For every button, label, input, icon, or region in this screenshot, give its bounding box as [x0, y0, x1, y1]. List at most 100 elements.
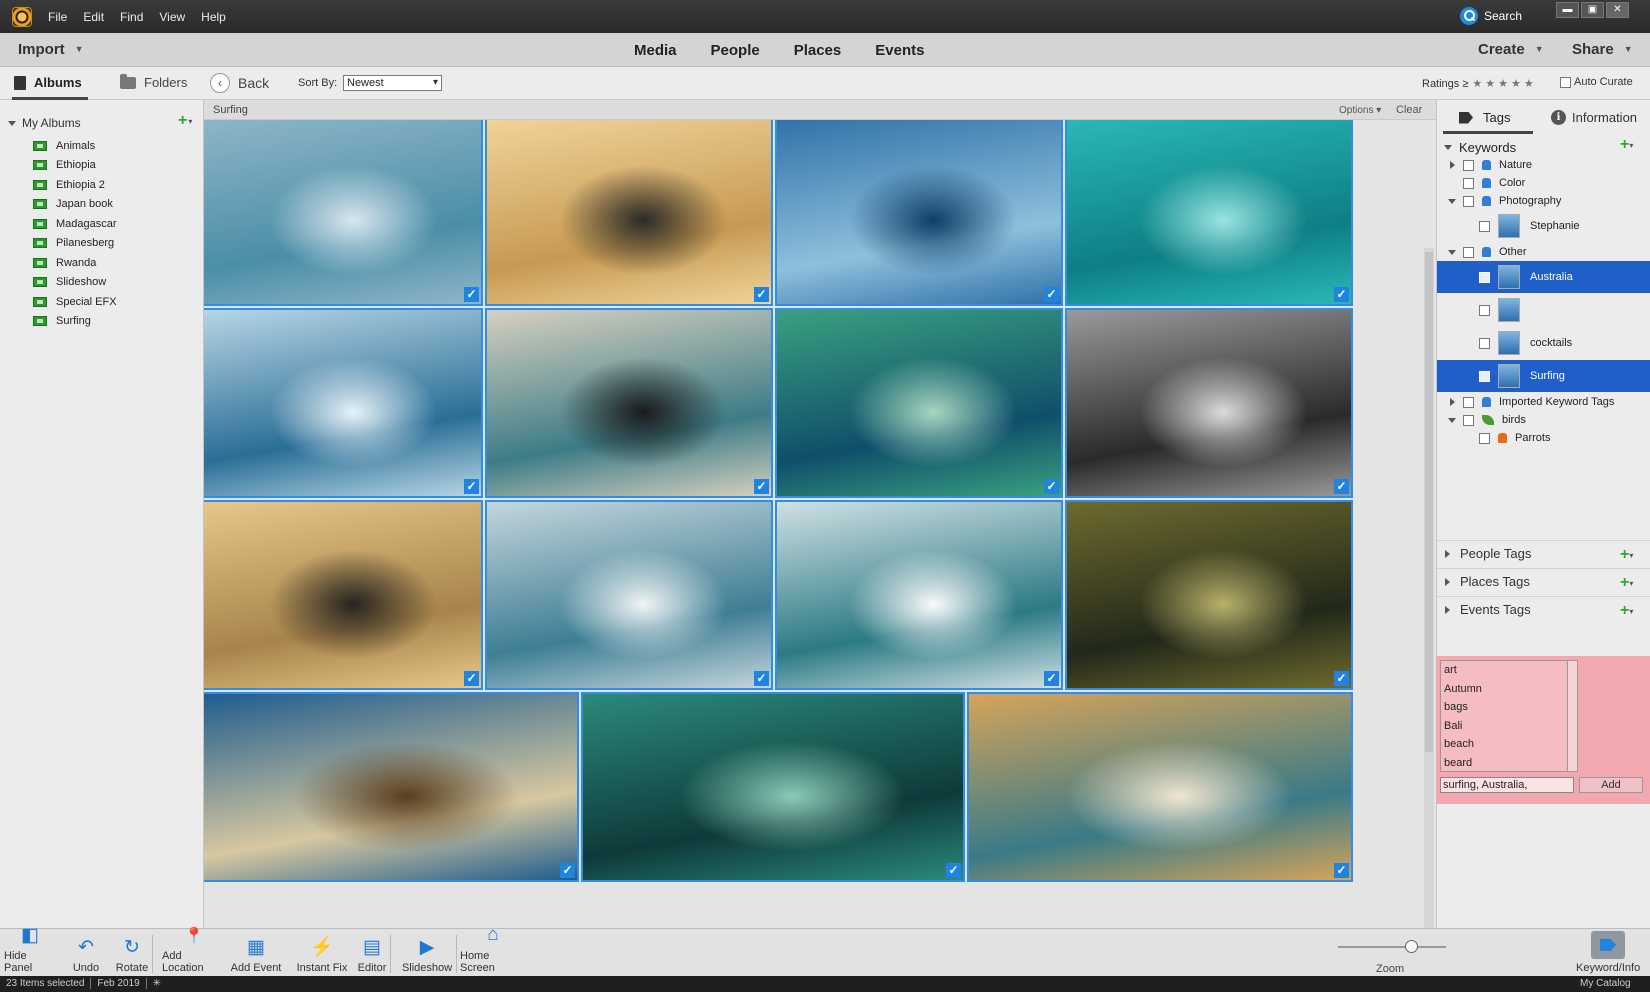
photo-thumbnail-wave-curl-green[interactable]: ✓ [581, 692, 965, 882]
album-item[interactable]: Special EFX [33, 292, 117, 312]
menu-help[interactable]: Help [201, 10, 226, 24]
auto-curate-toggle[interactable]: Auto Curate [1560, 76, 1633, 88]
add-album-button[interactable]: + ▾ [178, 112, 192, 130]
auto-curate-checkbox[interactable] [1560, 76, 1571, 88]
search-button[interactable]: Search [1460, 6, 1522, 26]
keyword-suggestion[interactable]: bags [1441, 698, 1567, 717]
editor-button[interactable]: ▤ Editor [352, 929, 392, 977]
keyword-tag-row[interactable]: birds [1437, 411, 1650, 429]
keyword-suggestion[interactable]: beach [1441, 735, 1567, 754]
photo-thumbnail-surfer-sunset-carve[interactable]: ✓ [204, 500, 483, 690]
tab-folders[interactable]: Folders [120, 73, 187, 90]
hide-panel-button[interactable]: ◧ Hide Panel [4, 925, 56, 977]
tag-section-people-tags[interactable]: People Tags + ▾ [1437, 540, 1650, 566]
tag-checkbox[interactable] [1479, 304, 1490, 316]
tab-albums[interactable]: Albums [14, 75, 82, 90]
photo-thumbnail-surfer-small-wave-sky[interactable]: ✓ [204, 308, 483, 498]
maximize-button[interactable]: ▣ [1581, 2, 1604, 18]
import-button[interactable]: Import ▼ [18, 41, 84, 58]
photo-thumbnail-surfer-green-wave[interactable]: ✓ [775, 308, 1063, 498]
tag-section-events-tags[interactable]: Events Tags + ▾ [1437, 596, 1650, 622]
album-item[interactable]: Japan book [33, 195, 117, 215]
tag-checkbox[interactable] [1463, 195, 1474, 207]
share-button[interactable]: Share ▼ [1572, 41, 1633, 58]
menu-find[interactable]: Find [120, 10, 143, 24]
tag-checkbox[interactable] [1479, 370, 1490, 382]
selected-check-icon[interactable]: ✓ [1334, 863, 1349, 878]
tag-section-places-tags[interactable]: Places Tags + ▾ [1437, 568, 1650, 594]
photo-thumbnail-surfer-foam-ride[interactable]: ✓ [775, 500, 1063, 690]
add-tag-button[interactable]: + ▾ [1620, 546, 1633, 564]
zoom-slider-track[interactable] [1338, 946, 1446, 948]
tab-people[interactable]: People [711, 42, 760, 59]
rating-stars[interactable]: ★★★★★ [1472, 78, 1536, 90]
selected-check-icon[interactable]: ✓ [1334, 671, 1349, 686]
album-item[interactable]: Madagascar [33, 214, 117, 234]
my-albums-header[interactable]: My Albums [8, 116, 81, 130]
keyword-suggestion[interactable]: art [1441, 661, 1567, 680]
tab-media[interactable]: Media [634, 42, 677, 59]
album-item[interactable]: Ethiopia 2 [33, 175, 117, 195]
tag-checkbox[interactable] [1463, 414, 1474, 426]
grid-scrollbar[interactable] [1424, 248, 1434, 928]
tab-tags[interactable]: Tags [1459, 110, 1510, 125]
keyword-tag-row[interactable]: cocktails [1437, 327, 1650, 359]
keyword-tag-row[interactable]: Australia [1437, 261, 1650, 293]
selected-check-icon[interactable]: ✓ [1334, 479, 1349, 494]
keyword-tag-row[interactable]: Parrots [1437, 429, 1650, 447]
home-button[interactable]: ⌂ Home Screen [460, 924, 526, 977]
menu-edit[interactable]: Edit [83, 10, 104, 24]
photo-thumbnail-wave-barrel-blue[interactable]: ✓ [204, 692, 579, 882]
add-keyword-button[interactable]: + ▾ [1620, 136, 1633, 154]
tag-checkbox[interactable] [1479, 432, 1490, 444]
keyword-tag-row[interactable]: Stephanie [1437, 210, 1650, 242]
keyword-tag-row[interactable]: Imported Keyword Tags [1437, 393, 1650, 411]
selected-check-icon[interactable]: ✓ [946, 863, 961, 878]
photo-thumbnail-surfer-white-water[interactable]: ✓ [485, 308, 773, 498]
rotate-button[interactable]: ↻ Rotate [110, 929, 154, 977]
tab-events[interactable]: Events [875, 42, 924, 59]
tag-checkbox[interactable] [1463, 177, 1474, 189]
tag-checkbox[interactable] [1479, 271, 1490, 283]
photo-thumbnail-windsurfer-sunset[interactable]: ✓ [967, 692, 1353, 882]
selected-check-icon[interactable]: ✓ [1044, 287, 1059, 302]
catalog-name[interactable]: My Catalog [1580, 978, 1631, 989]
keyword-input[interactable]: surfing, Australia, [1440, 777, 1574, 793]
scrollbar-thumb[interactable] [1425, 252, 1433, 752]
tab-places[interactable]: Places [794, 42, 842, 59]
add-tag-button[interactable]: + ▾ [1620, 574, 1633, 592]
tag-checkbox[interactable] [1463, 246, 1474, 258]
keyword-tag-row[interactable]: Surfing [1437, 360, 1650, 392]
lightning-button[interactable]: ⚡ Instant Fix [294, 929, 350, 977]
keyword-tag-row[interactable]: Color [1437, 174, 1650, 192]
keyword-tag-row[interactable] [1437, 294, 1650, 326]
selected-check-icon[interactable]: ✓ [560, 863, 575, 878]
undo-button[interactable]: ↶ Undo [66, 929, 106, 977]
location-pin-button[interactable]: 📍 Add Location [162, 928, 226, 977]
photo-thumbnail-surfer-sunset-spray[interactable]: ✓ [485, 120, 773, 306]
tag-checkbox[interactable] [1463, 159, 1474, 171]
photo-thumbnail-surfer-tube-turquoise[interactable]: ✓ [1065, 120, 1353, 306]
keyword-info-button[interactable]: Keyword/Info [1576, 929, 1640, 977]
tag-checkbox[interactable] [1479, 220, 1490, 232]
album-item[interactable]: Rwanda [33, 253, 117, 273]
keyword-suggestion[interactable]: Bali [1441, 717, 1567, 736]
selected-check-icon[interactable]: ✓ [1044, 479, 1059, 494]
selected-check-icon[interactable]: ✓ [1044, 671, 1059, 686]
collapse-icon[interactable] [1447, 398, 1457, 406]
selected-check-icon[interactable]: ✓ [464, 287, 479, 302]
selected-check-icon[interactable]: ✓ [464, 671, 479, 686]
selected-check-icon[interactable]: ✓ [464, 479, 479, 494]
keyword-tag-row[interactable]: Other [1437, 243, 1650, 261]
expand-icon[interactable] [1447, 198, 1457, 204]
add-tag-button[interactable]: + ▾ [1620, 602, 1633, 620]
menu-view[interactable]: View [159, 10, 185, 24]
selected-check-icon[interactable]: ✓ [754, 479, 769, 494]
options-button[interactable]: Options ▾ [1339, 105, 1381, 116]
album-item[interactable]: Surfing [33, 312, 117, 332]
photo-thumbnail-surfer-bw-spray[interactable]: ✓ [1065, 308, 1353, 498]
photo-thumbnail-surfer-girl-wading[interactable]: ✓ [204, 120, 483, 306]
album-item[interactable]: Pilanesberg [33, 234, 117, 254]
expand-icon[interactable] [1447, 249, 1457, 255]
album-item[interactable]: Ethiopia [33, 156, 117, 176]
